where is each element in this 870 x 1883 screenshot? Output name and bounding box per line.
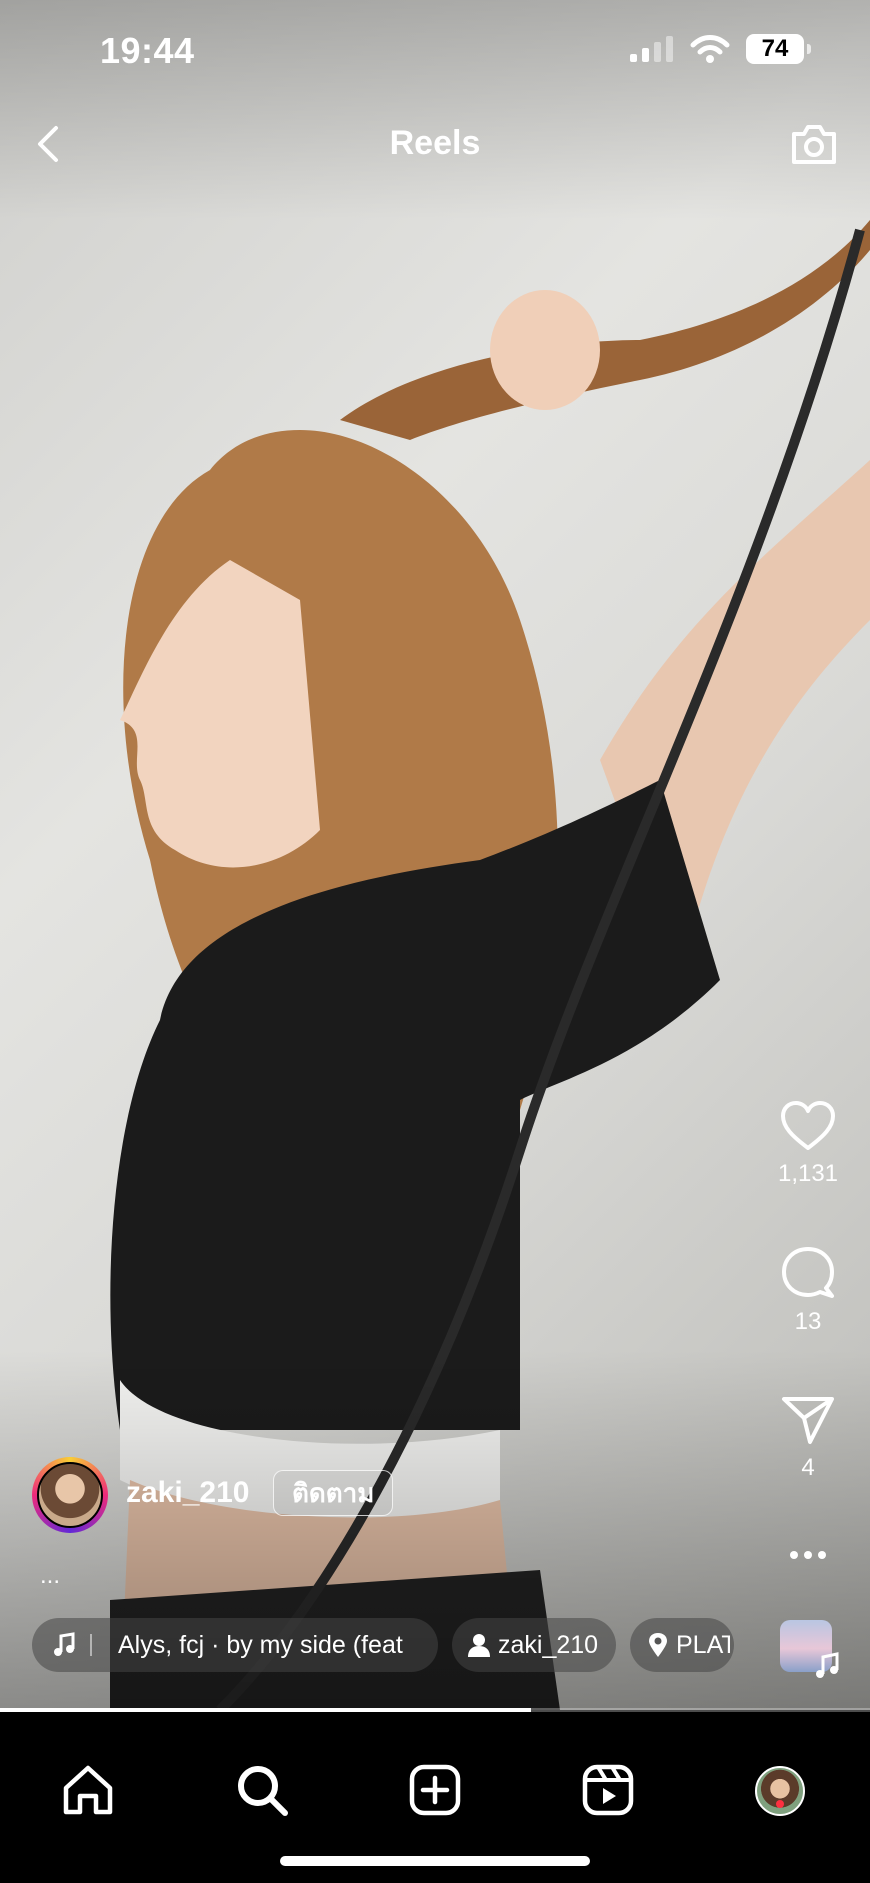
profile-notification-dot bbox=[776, 1800, 784, 1808]
person-icon bbox=[468, 1634, 490, 1657]
status-time: 19:44 bbox=[100, 30, 195, 71]
avatar bbox=[37, 1462, 103, 1528]
search-icon[interactable] bbox=[234, 1762, 290, 1818]
create-icon[interactable] bbox=[407, 1762, 463, 1818]
wifi-icon bbox=[690, 35, 730, 63]
comment-count: 13 bbox=[794, 1308, 822, 1335]
comment-action[interactable]: 13 bbox=[758, 1246, 858, 1336]
profile-tab-avatar[interactable] bbox=[755, 1766, 805, 1816]
reel-video[interactable] bbox=[0, 0, 870, 1710]
battery-level: 74 bbox=[761, 35, 789, 62]
battery-indicator: 74 bbox=[746, 34, 811, 64]
send-icon[interactable] bbox=[780, 1394, 836, 1446]
music-note-icon bbox=[54, 1632, 75, 1656]
author-avatar[interactable] bbox=[32, 1457, 108, 1533]
chip-divider bbox=[90, 1634, 92, 1656]
location-name: PLAT bbox=[676, 1630, 730, 1659]
share-count: 4 bbox=[801, 1454, 815, 1481]
tagged-user-name: zaki_210 bbox=[498, 1630, 599, 1659]
follow-button[interactable]: ติดตาม bbox=[273, 1470, 394, 1516]
caption-more[interactable]: ... bbox=[40, 1562, 60, 1590]
music-chip[interactable]: Alys, fcj · by my side (feat bbox=[32, 1618, 438, 1672]
comment-icon[interactable] bbox=[780, 1246, 836, 1300]
heart-icon[interactable] bbox=[780, 1100, 836, 1152]
cellular-signal-icon bbox=[630, 36, 673, 62]
location-chip[interactable]: PLAT bbox=[630, 1618, 734, 1672]
music-title: Alys, fcj · by my side (feat bbox=[118, 1630, 403, 1659]
share-action[interactable]: 4 bbox=[758, 1394, 858, 1482]
location-pin-icon bbox=[649, 1633, 667, 1657]
status-indicators: 74 bbox=[630, 34, 811, 64]
music-note-icon bbox=[816, 1652, 839, 1678]
like-count: 1,131 bbox=[777, 1160, 839, 1187]
page-title: Reels bbox=[389, 124, 481, 162]
like-action[interactable]: 1,131 bbox=[758, 1100, 858, 1188]
author-username[interactable]: zaki_210 bbox=[126, 1476, 249, 1510]
more-icon[interactable] bbox=[789, 1550, 827, 1560]
home-indicator bbox=[280, 1856, 590, 1866]
tagged-user-chip[interactable]: zaki_210 bbox=[452, 1618, 616, 1672]
camera-icon[interactable] bbox=[788, 118, 840, 170]
reels-icon[interactable] bbox=[580, 1762, 636, 1818]
home-icon[interactable] bbox=[60, 1762, 116, 1818]
